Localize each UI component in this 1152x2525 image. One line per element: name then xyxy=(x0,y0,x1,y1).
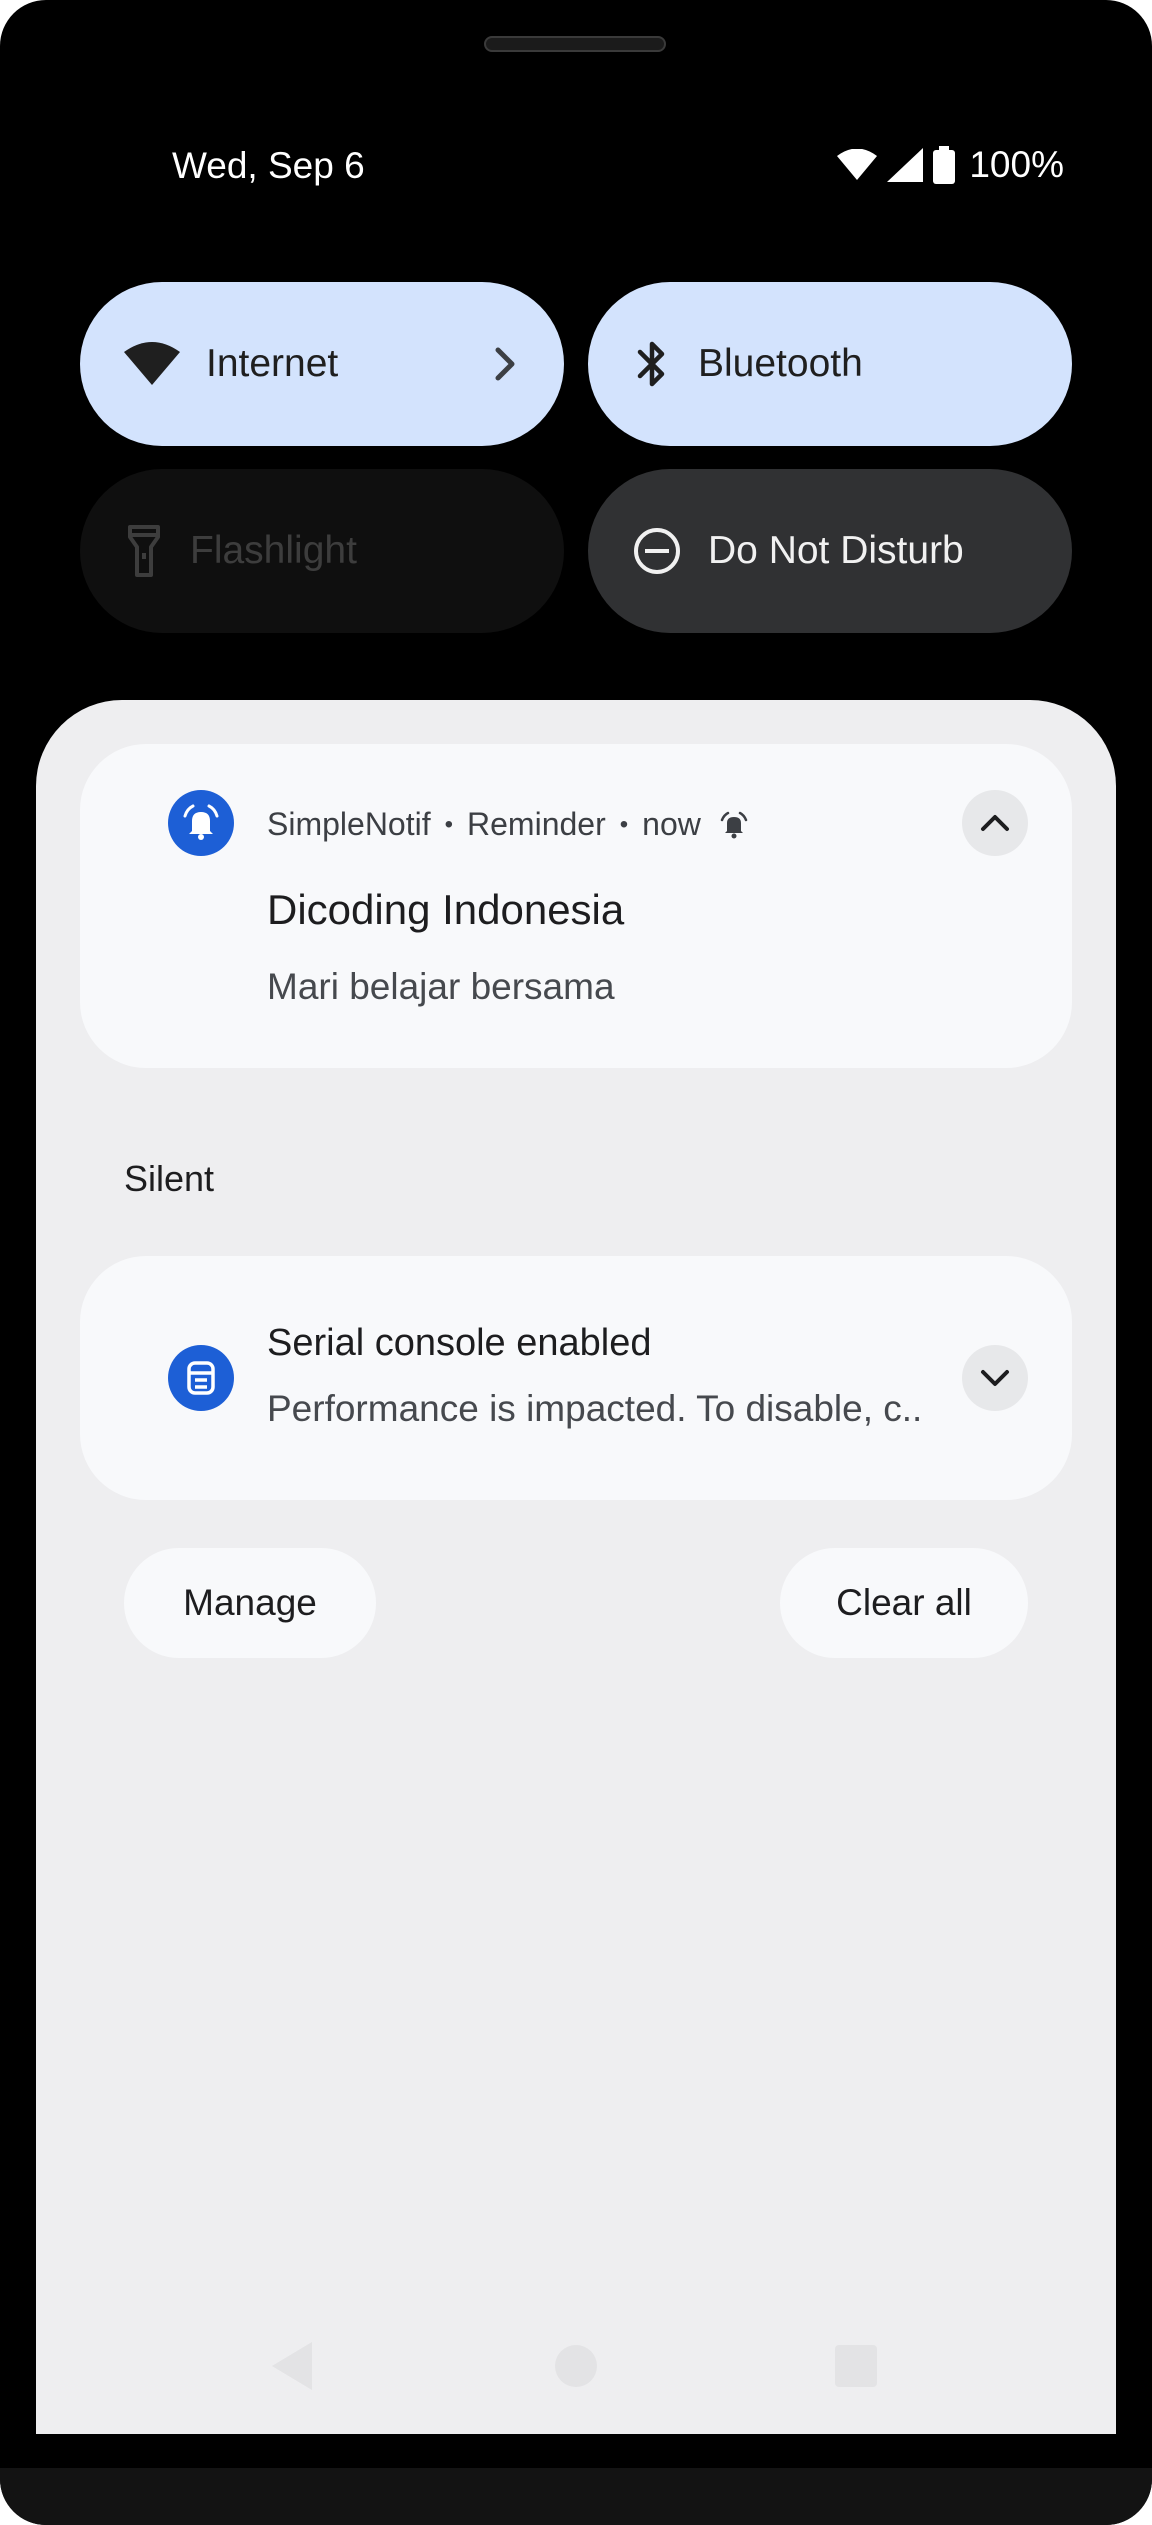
cell-signal-icon xyxy=(887,148,924,182)
separator-dot: • xyxy=(444,810,454,838)
collapse-button[interactable] xyxy=(962,790,1028,856)
bluetooth-icon xyxy=(637,341,665,387)
status-date: Wed, Sep 6 xyxy=(172,145,365,186)
notification-text: Mari belajar bersama xyxy=(267,966,615,1007)
battery-icon xyxy=(933,146,956,184)
chevron-right-icon[interactable] xyxy=(490,336,520,392)
tile-dnd-label: Do Not Disturb xyxy=(708,529,964,572)
wifi-signal-icon xyxy=(837,149,878,180)
status-icons: 100% xyxy=(837,144,1064,186)
notification-title: Serial console enabled xyxy=(267,1322,652,1364)
chevron-up-icon xyxy=(981,815,1009,831)
separator-dot: • xyxy=(619,810,629,838)
notification-time: now xyxy=(642,806,701,842)
notification-title: Dicoding Indonesia xyxy=(267,886,625,933)
notification-serial-console[interactable]: Serial console enabled Performance is im… xyxy=(80,1256,1072,1500)
notification-shade: SimpleNotif • Reminder • now Dicoding In… xyxy=(36,700,1116,2434)
chevron-down-icon xyxy=(981,1370,1009,1386)
notification-text: Performance is impacted. To disable, c.. xyxy=(267,1388,923,1429)
serial-console-icon xyxy=(187,1361,215,1395)
tile-bluetooth-label: Bluetooth xyxy=(698,342,863,385)
tile-flashlight[interactable]: Flashlight xyxy=(80,469,564,633)
app-badge-system xyxy=(168,1345,234,1411)
section-label-silent: Silent xyxy=(124,1158,215,1199)
battery-percent: 100% xyxy=(969,144,1064,185)
wifi-icon xyxy=(124,342,180,385)
alarm-bell-icon xyxy=(183,804,219,840)
bottom-bezel xyxy=(0,2468,1152,2525)
nav-recents-icon[interactable] xyxy=(834,2344,878,2388)
tile-bluetooth[interactable]: Bluetooth xyxy=(588,282,1072,446)
alerting-bell-icon xyxy=(720,811,748,838)
do-not-disturb-icon xyxy=(634,528,680,574)
channel-name: Reminder xyxy=(467,806,606,842)
tile-internet[interactable]: Internet xyxy=(80,282,564,446)
nav-home-icon[interactable] xyxy=(554,2344,598,2388)
app-name: SimpleNotif xyxy=(267,806,431,842)
clear-all-button[interactable]: Clear all xyxy=(780,1548,1028,1658)
earpiece-speaker xyxy=(484,36,666,52)
notification-reminder[interactable]: SimpleNotif • Reminder • now Dicoding In… xyxy=(80,744,1072,1068)
flashlight-icon xyxy=(128,525,160,577)
nav-back-icon[interactable] xyxy=(270,2340,314,2392)
notification-header: SimpleNotif • Reminder • now xyxy=(267,806,749,843)
tile-internet-label: Internet xyxy=(206,342,339,385)
tile-do-not-disturb[interactable]: Do Not Disturb xyxy=(588,469,1072,633)
phone-screen: Wed, Sep 6 100% Internet Bluetooth Flash… xyxy=(0,0,1152,2525)
expand-button[interactable] xyxy=(962,1345,1028,1411)
app-badge-simplenotif xyxy=(168,790,234,856)
manage-button[interactable]: Manage xyxy=(124,1548,376,1658)
tile-flashlight-label: Flashlight xyxy=(190,529,357,572)
